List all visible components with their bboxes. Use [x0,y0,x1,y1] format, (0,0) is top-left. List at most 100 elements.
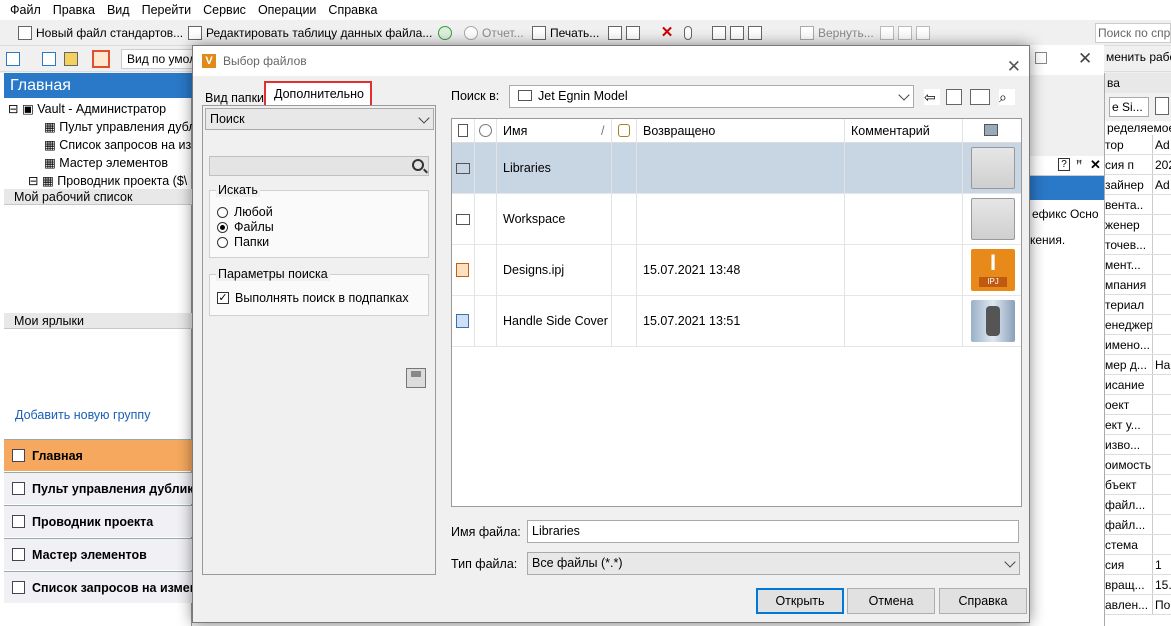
search-type-select[interactable]: Поиск [205,108,434,130]
property-row[interactable]: ект у... [1105,415,1171,435]
new-file-button[interactable]: Новый файл стандартов... [18,24,183,42]
col-status[interactable] [475,119,497,143]
property-row[interactable]: енеджер [1105,315,1171,335]
property-row[interactable]: тор Ad [1105,135,1171,155]
menu-go[interactable]: Перейти [136,3,198,17]
property-row[interactable]: точев... [1105,235,1171,255]
toolbar-icons-group[interactable] [712,24,766,42]
subfolders-checkbox[interactable]: ✓ Выполнять поиск в подпапках [217,291,409,305]
toolbar-dim-icons[interactable] [880,24,934,42]
properties-icon[interactable] [1155,97,1169,115]
menu-tools[interactable]: Сервис [197,3,252,17]
tree-item-requests[interactable]: ▦ Список запросов на из [8,136,192,154]
print-preview-button[interactable] [608,24,644,42]
col-comment[interactable]: Комментарий [845,119,963,143]
up-folder-icon[interactable] [946,89,962,105]
radio-files[interactable]: Файлы [217,220,274,234]
property-row[interactable]: мпания [1105,275,1171,295]
property-row[interactable]: женер [1105,215,1171,235]
radio-folders[interactable]: Папки [217,235,269,249]
nav-requests[interactable]: Список запросов на измене [4,571,192,603]
property-row[interactable]: файл... [1105,495,1171,515]
property-row[interactable]: мер д... На [1105,355,1171,375]
menu-operations[interactable]: Операции [252,3,322,17]
find-icon[interactable]: ⌕ [999,89,1015,105]
menu-help[interactable]: Справка [322,3,383,17]
view-select[interactable]: Вид по умол [121,49,201,69]
print-button[interactable]: Печать... [532,24,599,42]
report-button[interactable]: Отчет... [464,24,524,42]
open-button[interactable]: Открыть [756,588,844,614]
filetype-select[interactable]: Все файлы (*.*) [527,552,1020,575]
attach-button[interactable] [684,24,696,42]
help-icon[interactable]: ? [1058,158,1070,171]
property-row[interactable]: исание [1105,375,1171,395]
filename-input[interactable]: Libraries [527,520,1019,543]
property-row[interactable]: бъект [1105,475,1171,495]
col-returned[interactable]: Возвращено [637,119,845,143]
property-row[interactable]: вента.. [1105,195,1171,215]
delete-button[interactable]: ✕ [660,24,678,42]
save-search-button[interactable] [406,368,426,388]
bg-tabs[interactable]: ефикс Осно [1032,207,1099,221]
nav-explorer[interactable]: Проводник проекта [4,505,192,537]
add-group-link[interactable]: Добавить новую группу [15,408,150,422]
property-row[interactable]: сия 1 [1105,555,1171,575]
layout-toggle-button[interactable] [92,50,114,68]
maximize-icon[interactable] [1035,52,1047,64]
file-row[interactable]: Libraries [452,143,1021,194]
property-row[interactable]: файл... [1105,515,1171,535]
property-row[interactable]: мент... [1105,255,1171,275]
nav-home[interactable]: Главная [4,439,192,471]
menu-view[interactable]: Вид [101,3,136,17]
menu-file[interactable]: Файл [4,3,47,17]
help-button[interactable]: Справка [939,588,1027,614]
col-name[interactable]: Имя / [497,119,612,143]
col-edit[interactable] [612,119,637,143]
property-row[interactable]: териал [1105,295,1171,315]
dialog-title: Выбор файлов [223,54,307,68]
property-row[interactable]: стема [1105,535,1171,555]
close-icon[interactable]: ✕ [1078,49,1092,69]
properties-select[interactable]: е Si... [1109,97,1149,117]
look-in-combo[interactable]: Jet Egnin Model [509,85,914,108]
pin-icon[interactable]: ꟸ [1076,158,1082,171]
property-row[interactable]: оект [1105,395,1171,415]
nav-dashboard[interactable]: Пульт управления дублика [4,472,192,504]
search-input[interactable]: Поиск по спр [1095,23,1171,43]
property-row[interactable]: зайнер Ad [1105,175,1171,195]
property-row[interactable]: имено... [1105,335,1171,355]
refresh-button[interactable] [438,24,456,42]
property-row[interactable]: сия п202 [1105,155,1171,175]
radio-any[interactable]: Любой [217,205,273,219]
forward-arrow-icon[interactable] [42,50,60,68]
ipj-badge: IPJ [979,277,1007,287]
tree-item-dashboard[interactable]: ▦ Пульт управления дубл [8,118,196,136]
property-row[interactable]: авлен... По [1105,595,1171,615]
pane-close-icon[interactable]: ✕ [1090,157,1101,173]
cancel-button[interactable]: Отмена [847,588,935,614]
back-icon[interactable]: ⇦ [924,89,940,105]
back-arrow-icon[interactable] [6,50,24,68]
property-row[interactable]: оимость [1105,455,1171,475]
property-row[interactable]: изво... [1105,435,1171,455]
view-menu-icon[interactable] [970,89,990,105]
up-folder-icon[interactable] [64,50,82,68]
revert-button[interactable]: Вернуть... [800,24,874,42]
menu-edit[interactable]: Правка [47,3,101,17]
file-row[interactable]: Handle Side Cover ... 15.07.2021 13:51 [452,296,1021,347]
col-thumbnail[interactable] [963,119,1021,143]
tree-item-wizard[interactable]: ▦ Мастер элементов [8,154,192,172]
file-row[interactable]: Designs.ipj 15.07.2021 13:48 I IPJ [452,245,1021,296]
col-file-icon[interactable] [452,119,475,143]
nav-wizard[interactable]: Мастер элементов [4,538,192,570]
tree-item-explorer[interactable]: ⊟ ▦ Проводник проекта ($\ [8,172,192,190]
tree-item-vault[interactable]: ⊟ ▣ Vault - Администратор [8,100,192,118]
edit-table-button[interactable]: Редактировать таблицу данных файла... [188,24,432,42]
explorer-icon: ▦ [41,174,54,188]
search-field[interactable] [209,156,429,176]
property-row[interactable]: вращ... 15. [1105,575,1171,595]
search-icon[interactable] [412,159,424,171]
file-row[interactable]: Workspace [452,194,1021,245]
dialog-close-icon[interactable]: ✕ [1007,52,1021,82]
